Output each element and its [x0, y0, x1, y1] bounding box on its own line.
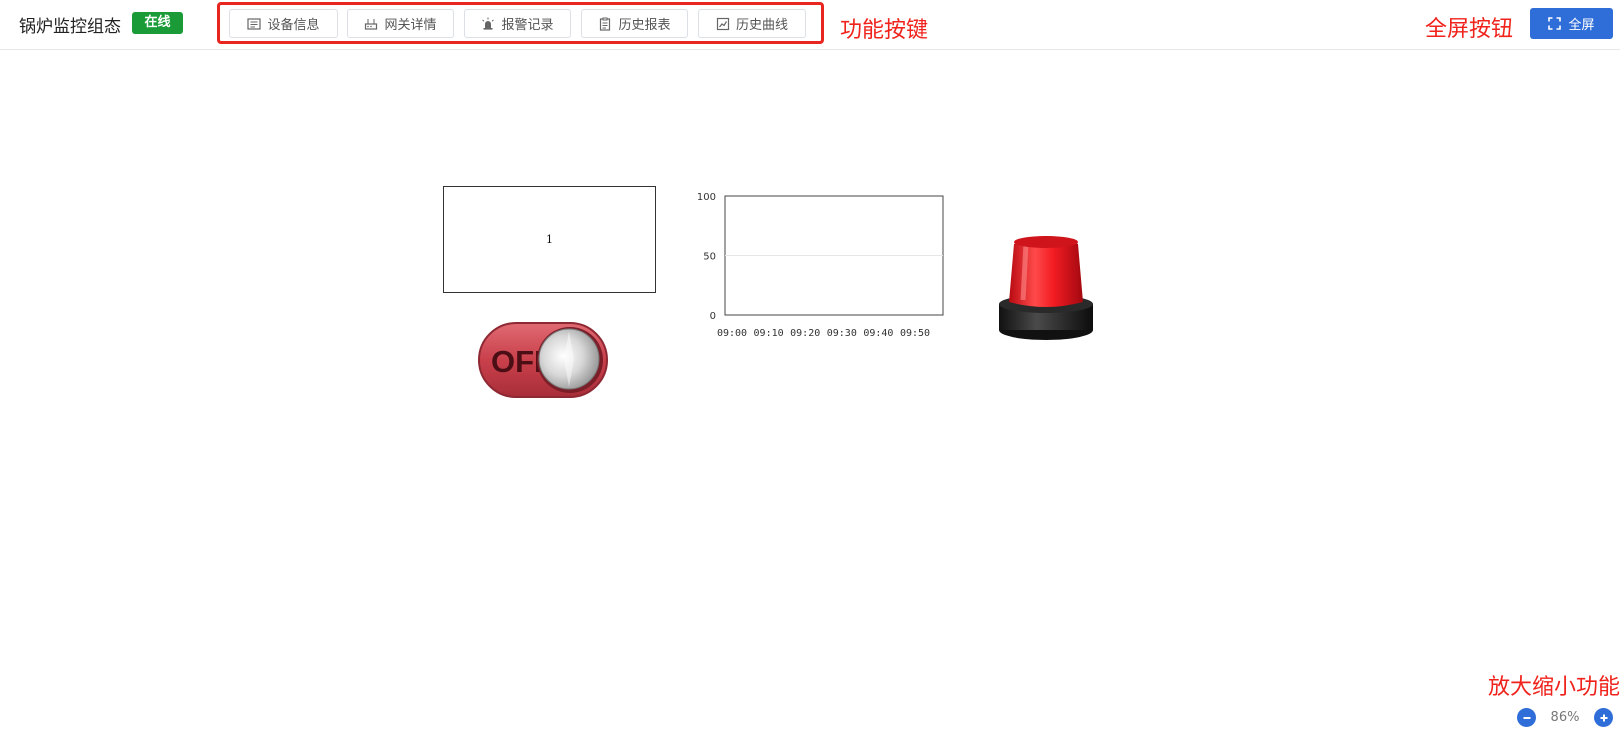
chart-x-tick-label: 09:40 [863, 328, 893, 339]
plus-icon [1600, 714, 1607, 721]
device-info-button[interactable]: 设备信息 [229, 9, 338, 38]
zoom-annotation: 放大缩小功能 [1488, 675, 1620, 700]
fullscreen-button[interactable]: 全屏 [1530, 8, 1613, 39]
chart-y-tick-label: 50 [703, 252, 716, 263]
gateway-icon [365, 18, 378, 30]
fullscreen-annotation: 全屏按钮 [1425, 17, 1514, 42]
device-info-label: 设备信息 [267, 18, 320, 33]
minus-icon [1523, 716, 1530, 719]
alarm-records-label: 报警记录 [501, 18, 554, 33]
page-title: 锅炉监控组态 [19, 17, 121, 37]
chart-x-tick-label: 09:30 [827, 328, 857, 339]
history-report-label: 历史报表 [618, 18, 671, 33]
text-display-widget[interactable]: 1 [443, 186, 656, 293]
fullscreen-icon [1548, 17, 1562, 30]
chart-x-tick-label: 09:10 [754, 328, 784, 339]
history-report-button[interactable]: 历史报表 [581, 9, 688, 38]
history-curve-button[interactable]: 历史曲线 [698, 9, 806, 38]
device-info-icon [247, 17, 262, 30]
report-icon [600, 17, 611, 31]
chart-x-tick-label: 09:20 [790, 328, 820, 339]
gateway-details-button[interactable]: 网关详情 [347, 9, 454, 38]
chart-y-tick-label: 0 [710, 311, 716, 322]
fullscreen-label: 全屏 [1568, 18, 1595, 33]
chart-x-tick-label: 09:00 [717, 328, 747, 339]
toolbar-annotation: 功能按键 [840, 18, 929, 43]
status-badge: 在线 [132, 12, 183, 34]
power-toggle-switch[interactable]: OFF [477, 321, 609, 399]
zoom-level: 86% [1550, 710, 1580, 725]
top-bar: 锅炉监控组态 在线 设备信息 网关详情 报警记录 历史报表 历史曲线 功能按键 … [0, 0, 1620, 50]
chart-x-tick-label: 09:50 [900, 328, 930, 339]
zoom-controls: 86% [1517, 708, 1613, 727]
alarm-icon [482, 17, 495, 30]
trend-chart: 0 50 100 09:00 09:10 09:20 09:30 09:40 09:50 [697, 192, 944, 339]
chart-y-tick-label: 100 [697, 192, 716, 203]
curve-icon [716, 17, 730, 30]
zoom-in-button[interactable] [1594, 708, 1613, 727]
gateway-details-label: 网关详情 [384, 18, 437, 33]
history-curve-label: 历史曲线 [735, 18, 788, 33]
zoom-out-button[interactable] [1517, 708, 1536, 727]
alarm-records-button[interactable]: 报警记录 [464, 9, 571, 38]
text-display-value: 1 [546, 233, 553, 246]
alarm-light-icon [999, 236, 1093, 340]
